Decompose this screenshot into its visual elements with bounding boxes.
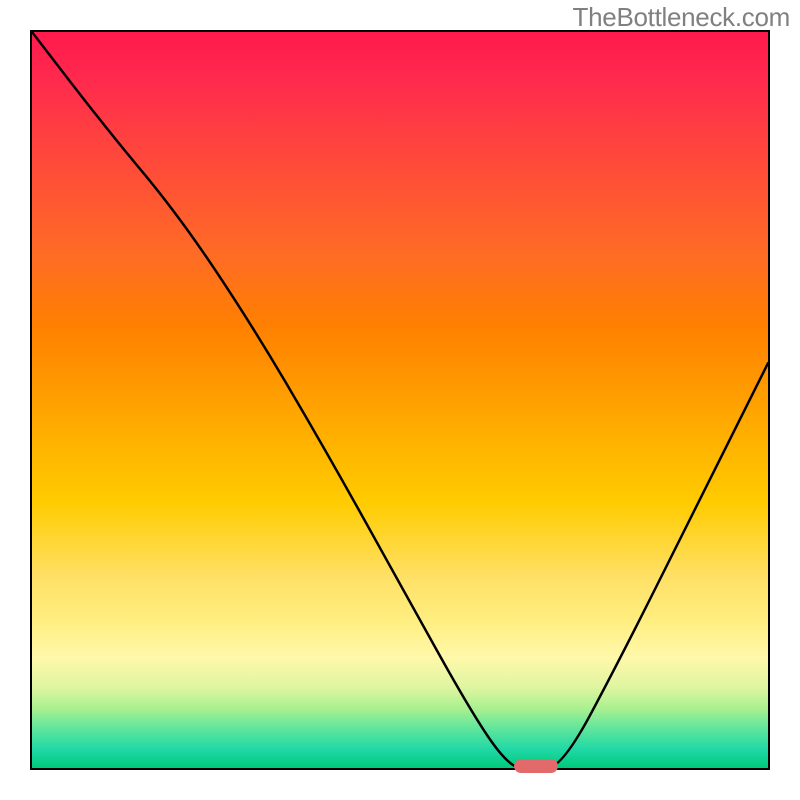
chart-container: TheBottleneck.com xyxy=(0,0,800,800)
curve-path xyxy=(32,32,768,768)
watermark-text: TheBottleneck.com xyxy=(573,2,790,33)
min-marker xyxy=(514,759,558,773)
plot-area xyxy=(30,30,770,770)
chart-svg xyxy=(32,32,768,768)
